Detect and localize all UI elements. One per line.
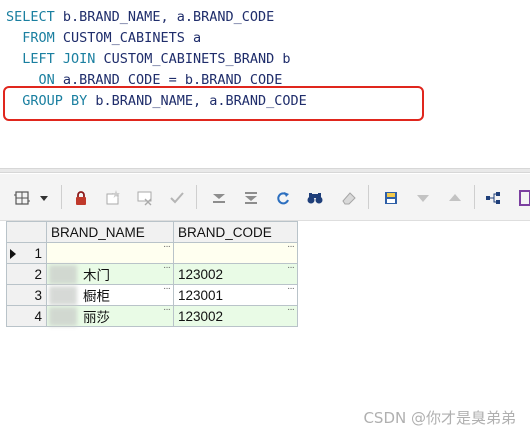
ellipsis-button[interactable]: ··· [287, 304, 295, 315]
toolbar-separator [368, 185, 369, 209]
sql-line-1: SELECT b.BRAND_NAME, a.BRAND_CODE [6, 9, 275, 25]
dropdown-arrow-icon[interactable] [34, 188, 54, 208]
filter-first-icon[interactable] [209, 188, 229, 208]
sql-line-3: LEFT JOIN CUSTOM_CABINETS_BRAND b [22, 51, 291, 67]
redacted-text [49, 286, 77, 305]
post-check-icon[interactable] [167, 188, 187, 208]
row-indicator-header[interactable] [6, 221, 47, 243]
table-row[interactable]: 3 橱柜 ··· 123001 ··· [6, 283, 298, 306]
ellipsis-button[interactable]: ··· [163, 283, 171, 294]
redacted-text [49, 265, 77, 284]
redacted-text [49, 307, 77, 326]
refresh-icon[interactable] [273, 188, 293, 208]
row-number[interactable]: 1 [6, 242, 47, 264]
row-number[interactable]: 3 [6, 284, 47, 306]
sql-editor[interactable]: SELECT b.BRAND_NAME, a.BRAND_CODE FROM C… [0, 0, 530, 168]
sort-up-icon[interactable] [445, 188, 465, 208]
cell-brand-name[interactable]: 丽莎 ··· [46, 304, 174, 327]
table-row[interactable]: 2 木门 ··· 123002 ··· [6, 262, 298, 285]
find-icon[interactable] [305, 188, 325, 208]
column-header-label: BRAND_CODE [178, 224, 272, 240]
cell-brand-name[interactable]: 橱柜 ··· [46, 283, 174, 306]
tree-icon[interactable] [483, 188, 503, 208]
new-record-icon[interactable] [103, 188, 123, 208]
save-icon[interactable] [381, 188, 401, 208]
export-icon[interactable] [514, 188, 530, 208]
column-header-brand-name[interactable]: BRAND_NAME [46, 221, 174, 243]
cell-brand-code[interactable]: 123002 ··· [173, 262, 298, 285]
ellipsis-button[interactable]: ··· [163, 304, 171, 315]
cell-brand-code[interactable]: 123002 ··· [173, 304, 298, 327]
table-row[interactable]: 1 ··· ··· [6, 241, 298, 264]
result-toolbar [0, 174, 530, 220]
ellipsis-button[interactable]: ··· [163, 262, 171, 273]
row-number[interactable]: 2 [6, 263, 47, 285]
lock-icon[interactable] [71, 188, 91, 208]
toolbar-separator [61, 185, 62, 209]
watermark: CSDN @你才是臭弟弟 [363, 409, 516, 427]
row-number[interactable]: 4 [6, 305, 47, 327]
ellipsis-button[interactable]: ··· [287, 241, 295, 252]
cell-brand-code[interactable]: ··· [173, 241, 298, 264]
column-header-brand-code[interactable]: BRAND_CODE [173, 221, 298, 243]
ellipsis-button[interactable]: ··· [287, 262, 295, 273]
current-row-arrow-icon [10, 249, 16, 259]
column-header-label: BRAND_NAME [51, 224, 145, 240]
toolbar-separator [474, 185, 475, 209]
sql-line-2: FROM CUSTOM_CABINETS a [22, 30, 202, 46]
cell-brand-name[interactable]: ··· [46, 241, 174, 264]
delete-record-icon[interactable] [135, 188, 155, 208]
table-row[interactable]: 4 丽莎 ··· 123002 ··· [6, 304, 298, 327]
clear-icon[interactable] [339, 188, 359, 208]
toolbar-separator [196, 185, 197, 209]
cell-brand-code[interactable]: 123001 ··· [173, 283, 298, 306]
result-grid-area: BRAND_NAME BRAND_CODE 1 ··· ··· 2 木门 ··· … [0, 221, 530, 438]
ellipsis-button[interactable]: ··· [287, 283, 295, 294]
result-grid: BRAND_NAME BRAND_CODE 1 ··· ··· 2 木门 ··· … [6, 221, 298, 327]
filter-last-icon[interactable] [241, 188, 261, 208]
grid-options-icon[interactable] [12, 188, 32, 208]
grid-header-row: BRAND_NAME BRAND_CODE [6, 221, 298, 243]
cell-brand-name[interactable]: 木门 ··· [46, 262, 174, 285]
editor-result-splitter[interactable] [0, 168, 530, 173]
ellipsis-button[interactable]: ··· [163, 241, 171, 252]
sort-down-icon[interactable] [413, 188, 433, 208]
group-by-highlight [3, 86, 424, 121]
